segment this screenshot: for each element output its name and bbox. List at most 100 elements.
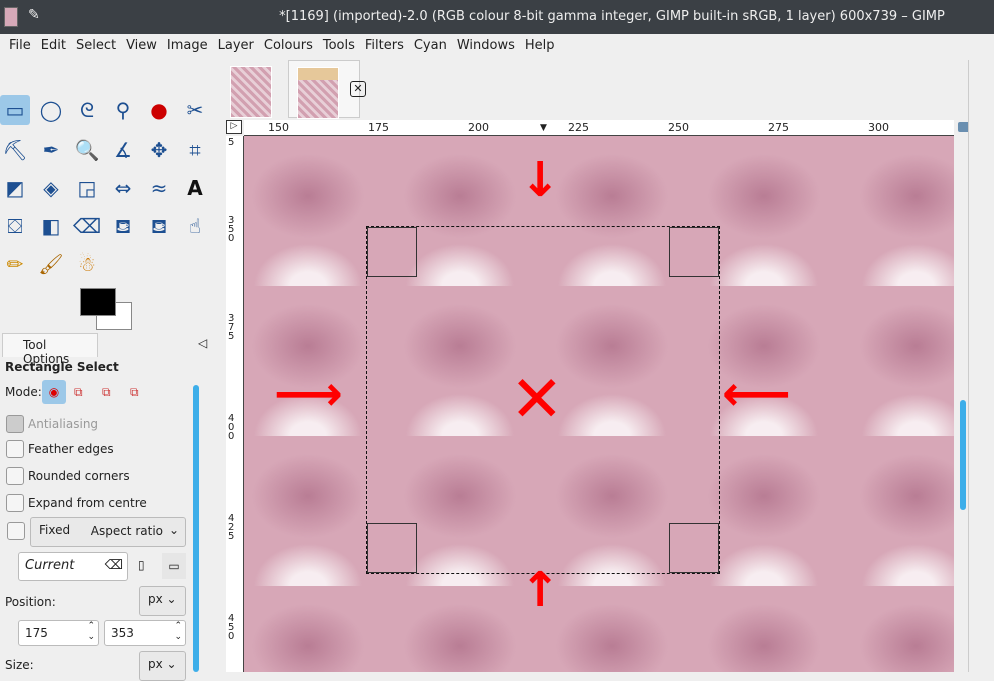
mode-replace-icon[interactable]: ◉ — [42, 380, 66, 404]
image-canvas[interactable]: ↓ ↑ ⟶ ⟵ ✕ — [244, 136, 954, 672]
feather-checkbox[interactable] — [6, 440, 24, 458]
tool-options-panel: Tool Options ◁ Rectangle Select Mode: ◉ … — [0, 333, 214, 681]
menu-select[interactable]: Select — [71, 34, 121, 60]
selection-handle[interactable] — [367, 227, 417, 277]
menu-cyan[interactable]: Cyan — [409, 34, 452, 60]
move-icon[interactable]: ✥ — [144, 135, 174, 165]
pos-y-value: 353 — [111, 626, 134, 640]
ruler-label: 400 — [228, 413, 235, 442]
mode-label: Mode: — [5, 385, 42, 399]
ruler-label: 225 — [568, 121, 589, 134]
position-x-input[interactable]: 175 ⌃ ⌄ — [18, 620, 99, 646]
arrow-down-icon: ↓ — [520, 152, 561, 208]
aspect-current-field[interactable]: Current ⌫ — [18, 552, 128, 581]
menu-view[interactable]: View — [121, 34, 162, 60]
menu-layer[interactable]: Layer — [213, 34, 259, 60]
crop-icon[interactable]: ⌗ — [180, 135, 210, 165]
tool-options-scrollbar[interactable] — [193, 385, 199, 672]
zoom-icon[interactable]: 🔍 — [72, 135, 102, 165]
menu-colours[interactable]: Colours — [259, 34, 318, 60]
spin-icon[interactable]: ⌃ ⌄ — [87, 621, 95, 643]
warp-icon[interactable]: ≈ — [144, 173, 174, 203]
ruler-label: 375 — [228, 313, 235, 342]
fixed-combo[interactable]: Fixed Aspect ratio ⌄ — [30, 517, 186, 547]
rect-select-icon[interactable]: ▭ — [0, 95, 30, 125]
ellipse-select-icon[interactable]: ◯ — [36, 95, 66, 125]
mode-intersect-icon[interactable]: ⧉ — [130, 385, 139, 400]
clone-icon[interactable]: ⛾ — [108, 211, 138, 241]
landscape-icon[interactable]: ▭ — [162, 553, 186, 579]
selection-handle[interactable] — [669, 523, 719, 573]
color-select-icon[interactable]: ● — [144, 95, 174, 125]
unified-transform-icon[interactable]: ◩ — [0, 173, 30, 203]
gradient-icon[interactable]: ◧ — [36, 211, 66, 241]
ruler-label: 425 — [228, 513, 235, 542]
menu-file[interactable]: File — [4, 34, 36, 60]
bucket-fill-icon[interactable]: ⛋ — [0, 211, 30, 241]
ruler-label: 450 — [228, 613, 235, 642]
pencil-icon[interactable]: ✏ — [0, 249, 30, 279]
eraser-icon[interactable]: ⌫ — [72, 211, 102, 241]
fixed-label: Fixed — [39, 523, 71, 537]
fuzzy-select-icon[interactable]: ⚲ — [108, 95, 138, 125]
paintbrush-icon[interactable]: 🖌 — [36, 249, 66, 279]
close-icon[interactable]: ✕ — [350, 81, 366, 97]
menu-edit[interactable]: Edit — [36, 34, 71, 60]
fixed-checkbox[interactable] — [7, 522, 25, 540]
current-value: Current — [25, 558, 75, 573]
quick-mask-icon[interactable]: ▷ — [226, 120, 242, 134]
menu-help[interactable]: Help — [520, 34, 560, 60]
ruler-label: 350 — [228, 215, 235, 244]
mode-subtract-icon[interactable]: ⧉ — [102, 385, 111, 400]
clear-icon[interactable]: ⌫ — [105, 558, 123, 573]
portrait-icon[interactable]: ▯ — [138, 558, 145, 572]
heal-icon[interactable]: ⛾ — [144, 211, 174, 241]
text-icon[interactable]: A — [180, 173, 210, 203]
antialiasing-label: Antialiasing — [28, 417, 99, 431]
unit-value: px — [148, 592, 163, 606]
panel-menu-icon[interactable]: ◁ — [198, 336, 207, 350]
spin-icon[interactable]: ⌃ ⌄ — [174, 621, 182, 643]
menu-windows[interactable]: Windows — [452, 34, 520, 60]
menu-image[interactable]: Image — [162, 34, 213, 60]
title-bar: ✎ *[1169] (imported)-2.0 (RGB colour 8-b… — [0, 0, 994, 34]
vertical-ruler: 5 350 375 400 425 450 — [226, 136, 244, 672]
right-dock — [968, 60, 994, 672]
position-unit-select[interactable]: px ⌄ — [139, 586, 186, 616]
ruler-label: 200 — [468, 121, 489, 134]
color-picker-icon[interactable]: ✒ — [36, 135, 66, 165]
image-tab-thumbnail[interactable] — [230, 66, 272, 118]
center-cross-icon: ✕ — [510, 363, 564, 437]
size-unit-select[interactable]: px ⌄ — [139, 651, 186, 681]
measure-icon[interactable]: ∡ — [108, 135, 138, 165]
ruler-label: 275 — [768, 121, 789, 134]
ruler-label: 150 — [268, 121, 289, 134]
scale-icon[interactable]: ◲ — [72, 173, 102, 203]
gegl-icon[interactable]: ☃ — [72, 249, 102, 279]
position-label: Position: — [5, 595, 56, 609]
free-select-icon[interactable]: ᘓ — [72, 95, 102, 125]
canvas-scrollbar[interactable] — [960, 400, 966, 510]
foreground-color[interactable] — [80, 288, 116, 316]
foreground-select-icon[interactable]: ⛏ — [0, 135, 30, 165]
menu-tools[interactable]: Tools — [318, 34, 360, 60]
rotate-icon[interactable]: ◈ — [36, 173, 66, 203]
selection-handle[interactable] — [669, 227, 719, 277]
selection-handle[interactable] — [367, 523, 417, 573]
flip-icon[interactable]: ⇔ — [108, 173, 138, 203]
position-y-input[interactable]: 353 ⌃ ⌄ — [104, 620, 186, 646]
arrow-up-icon: ↑ — [520, 562, 561, 618]
scissors-icon[interactable]: ✂ — [180, 95, 210, 125]
menu-filters[interactable]: Filters — [360, 34, 409, 60]
rounded-checkbox[interactable] — [6, 467, 24, 485]
smudge-icon[interactable]: ☝ — [180, 211, 210, 241]
mode-add-icon[interactable]: ⧉ — [74, 385, 83, 400]
horizontal-ruler: 150 175 200 225 250 275 300 ▼ — [244, 120, 954, 136]
tab-tool-options[interactable]: Tool Options — [2, 333, 98, 366]
image-tab-active[interactable]: ✕ — [288, 60, 366, 119]
size-label: Size: — [5, 658, 34, 672]
ruler-label: 175 — [368, 121, 389, 134]
antialiasing-checkbox[interactable] — [6, 415, 24, 433]
menu-bar: File Edit Select View Image Layer Colour… — [0, 34, 994, 60]
expand-checkbox[interactable] — [6, 494, 24, 512]
